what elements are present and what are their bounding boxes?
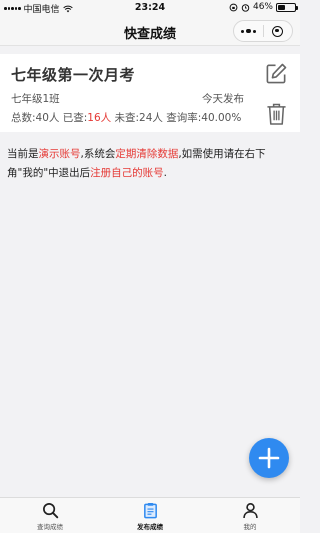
tab-label: 我的 [243,523,257,531]
close-button[interactable] [264,21,293,41]
edit-icon[interactable] [265,62,288,85]
class-name: 七年级1班 [11,93,60,105]
more-dots-icon [241,28,256,34]
stat-rate: 查询率:40.00% [166,112,242,124]
demo-account-notice: 当前是演示账号,系统会定期清除数据,如需使用请在右下角"我的"中退出后注册自己的… [7,145,291,183]
notice-highlight-register: 注册自己的账号 [90,167,164,179]
notice-text: 当前是 [7,148,39,160]
publish-time: 今天发布 [202,93,244,105]
user-icon [242,502,258,519]
stat-total: 总数:40人 [11,112,60,124]
tab-query-scores[interactable]: 查询成绩 [0,498,100,533]
trash-icon[interactable] [266,102,287,126]
battery-icon [276,2,298,12]
clipboard-icon [143,502,157,519]
plus-icon [258,447,280,469]
add-exam-button[interactable] [249,438,289,478]
battery-percent: 46% [252,2,273,12]
stat-checked-value: 16人 [87,112,112,124]
exam-card[interactable]: 七年级第一次月考 七年级1班 今天发布 总数:40人 已查:16人 未查:24人… [0,54,300,132]
status-bar: 中国电信 23:24 46% [0,0,300,16]
stat-unchecked: 未查:24人 [114,112,163,124]
tab-publish-scores[interactable]: 发布成绩 [100,498,200,533]
search-icon [42,503,58,519]
orientation-lock-icon [229,3,238,11]
tab-label: 发布成绩 [137,523,163,531]
tab-label: 查询成绩 [37,523,63,531]
nav-bar: 快查成绩 [0,16,300,46]
notice-text: . [163,167,168,179]
target-close-icon [272,25,284,37]
mini-program-capsule [233,20,293,42]
tab-bar: 查询成绩 发布成绩 我的 [0,497,300,533]
exam-title: 七年级第一次月考 [11,66,136,84]
notice-text: ,系统会 [80,148,116,160]
notice-highlight-demo-account: 演示账号 [38,148,81,160]
notice-highlight-clear-data: 定期清除数据 [115,148,179,160]
exam-stats: 总数:40人 已查:16人 未查:24人 查询率:40.00% [11,110,241,125]
tab-mine[interactable]: 我的 [200,498,300,533]
status-right: 46% [229,2,298,12]
stat-checked-label: 已查: [62,112,88,124]
alarm-icon [241,3,250,12]
more-button[interactable] [234,21,263,41]
